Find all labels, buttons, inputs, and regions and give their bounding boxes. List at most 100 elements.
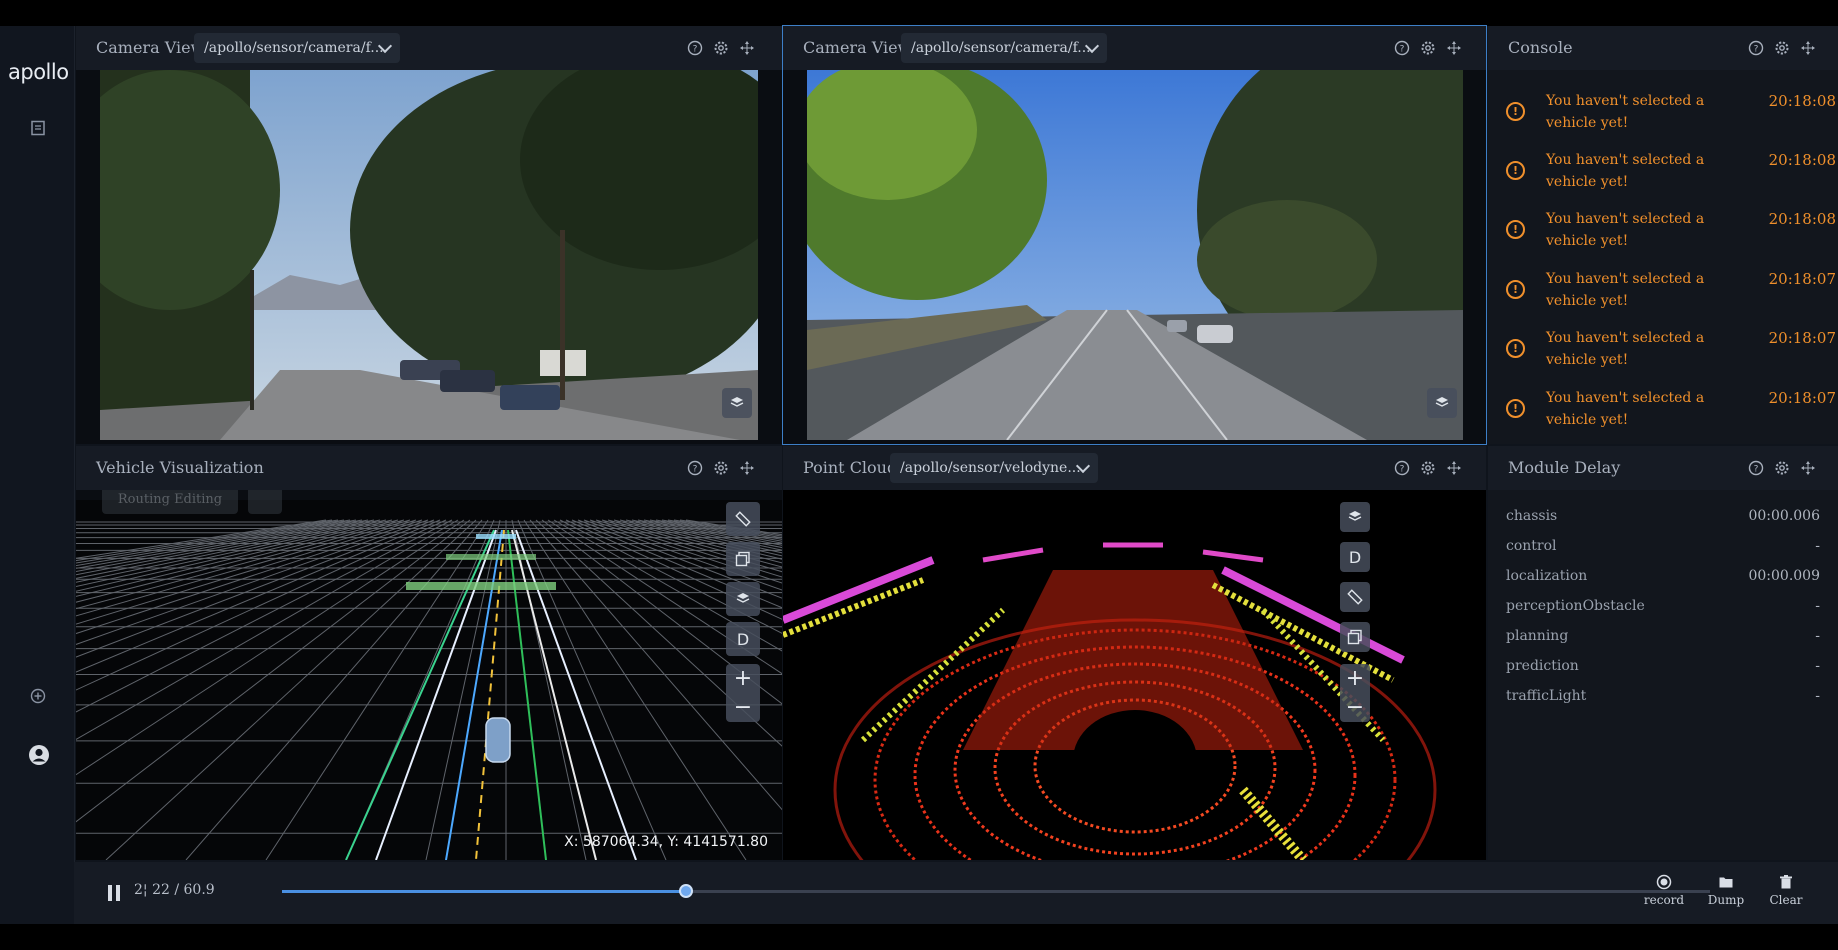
layers-icon[interactable]	[1340, 502, 1370, 532]
panel-title: Vehicle Visualization	[96, 458, 264, 477]
module-name: control	[1506, 538, 1557, 554]
layers-icon[interactable]	[726, 582, 760, 616]
zoom-out-button[interactable]: −	[726, 693, 760, 722]
pointcloud-channel-select[interactable]: /apollo/sensor/velodyne...	[890, 453, 1098, 483]
warning-icon: !	[1506, 161, 1525, 180]
document-icon[interactable]	[28, 118, 48, 138]
camera-channel-select[interactable]: /apollo/sensor/camera/f...	[194, 33, 400, 63]
help-icon[interactable]: ?	[1747, 459, 1765, 477]
settings-gear-icon[interactable]	[1419, 459, 1437, 477]
console-message-time: 20:18:07	[1768, 389, 1836, 407]
copy-view-icon[interactable]	[726, 542, 760, 576]
layers-icon[interactable]	[1427, 388, 1457, 418]
move-icon[interactable]	[1445, 39, 1463, 57]
layers-icon[interactable]	[722, 388, 752, 418]
trash-icon	[1780, 875, 1792, 889]
module-delay-panel: Module Delay ? chassis 00:00.006 control -…	[1488, 446, 1838, 860]
console-message-text: You haven't selected a vehicle yet!	[1546, 211, 1705, 249]
help-icon[interactable]: ?	[686, 39, 704, 57]
module-delay-row: control -	[1506, 538, 1820, 568]
console-message: ! You haven't selected a vehicle yet! 20…	[1506, 90, 1836, 146]
panel-actions: ?	[686, 459, 766, 477]
settings-gear-icon[interactable]	[1419, 39, 1437, 57]
zoom-controls: + −	[1340, 664, 1370, 722]
settings-gear-icon[interactable]	[712, 459, 730, 477]
zoom-controls: + −	[726, 664, 760, 722]
default-view-button[interactable]: D	[726, 622, 760, 656]
clear-button[interactable]: Clear	[1764, 874, 1808, 907]
svg-text:?: ?	[1400, 465, 1405, 475]
warning-icon: !	[1506, 339, 1525, 358]
zoom-out-button[interactable]: −	[1340, 693, 1370, 722]
module-delay-row: planning -	[1506, 628, 1820, 658]
panel-title: Camera View	[96, 38, 205, 57]
console-message-text: You haven't selected a vehicle yet!	[1546, 93, 1705, 131]
console-panel: Console ? ! You haven't selected a vehic…	[1488, 26, 1838, 444]
zoom-in-button[interactable]: +	[726, 664, 760, 693]
console-message: ! You haven't selected a vehicle yet! 20…	[1506, 208, 1836, 264]
panel-header: Console ?	[1488, 26, 1838, 70]
help-icon[interactable]: ?	[1393, 459, 1411, 477]
lidar-points	[783, 490, 1486, 860]
settings-gear-icon[interactable]	[1773, 39, 1791, 57]
camera-channel-select[interactable]: /apollo/sensor/camera/f...	[901, 33, 1107, 63]
move-icon[interactable]	[738, 459, 756, 477]
panel-actions: ?	[686, 39, 766, 57]
panel-actions: ?	[1747, 459, 1827, 477]
user-avatar-icon[interactable]	[28, 744, 50, 766]
vehicle-visualization-panel: Vehicle Visualization ? Routing Editing …	[76, 446, 782, 860]
help-icon[interactable]: ?	[1747, 39, 1765, 57]
left-nav: apollo	[0, 26, 75, 924]
console-message-time: 20:18:08	[1768, 210, 1836, 228]
module-name: planning	[1506, 628, 1569, 644]
ruler-icon[interactable]	[1340, 582, 1370, 612]
move-icon[interactable]	[1799, 459, 1817, 477]
default-view-button[interactable]: D	[1340, 542, 1370, 572]
point-cloud-scene[interactable]: D + −	[783, 490, 1486, 860]
camera-view-panel-2: Camera View /apollo/sensor/camera/f... ?	[782, 25, 1537, 445]
console-message: ! You haven't selected a vehicle yet! 20…	[1506, 268, 1836, 324]
routing-editing-button[interactable]: Routing Editing	[102, 490, 238, 514]
module-delay-value: 00:00.009	[1748, 568, 1820, 584]
dump-button[interactable]: Dump	[1704, 874, 1748, 907]
settings-gear-icon[interactable]	[712, 39, 730, 57]
module-delay-value: -	[1815, 658, 1820, 674]
module-name: chassis	[1506, 508, 1558, 524]
module-name: perceptionObstacle	[1506, 598, 1645, 614]
channel-label: /apollo/sensor/velodyne...	[900, 460, 1081, 476]
console-message-text: You haven't selected a vehicle yet!	[1546, 152, 1705, 190]
apollo-logo: apollo	[8, 60, 69, 84]
module-delay-value: -	[1815, 688, 1820, 704]
app-window: apollo Camera View /apollo/sensor/camera…	[0, 25, 1838, 924]
console-message: ! You haven't selected a vehicle yet! 20…	[1506, 149, 1836, 205]
module-delay-row: localization 00:00.009	[1506, 568, 1820, 598]
coordinates-readout: X: 587064.34, Y: 4141571.80	[564, 834, 768, 850]
help-icon[interactable]: ?	[1393, 39, 1411, 57]
move-icon[interactable]	[1445, 459, 1463, 477]
vehicle-3d-scene[interactable]: Routing Editing D + − X: 587064.34, Y: 4…	[76, 490, 782, 860]
progress-handle[interactable]	[679, 884, 694, 898]
progress-track[interactable]	[282, 884, 1710, 898]
settings-gear-icon[interactable]	[1773, 459, 1791, 477]
help-icon[interactable]: ?	[686, 459, 704, 477]
ruler-icon[interactable]	[726, 502, 760, 536]
move-icon[interactable]	[1799, 39, 1817, 57]
module-delay-row: trafficLight -	[1506, 688, 1820, 718]
panel-title: Console	[1508, 38, 1573, 57]
record-button[interactable]: record	[1642, 874, 1686, 907]
zoom-in-button[interactable]: +	[1340, 664, 1370, 693]
move-icon[interactable]	[738, 39, 756, 57]
record-label: record	[1643, 893, 1685, 907]
faded-toolbar-button[interactable]	[248, 490, 282, 514]
channel-label: /apollo/sensor/camera/f...	[911, 40, 1091, 56]
perspective-grid	[76, 490, 782, 860]
panel-header: Camera View /apollo/sensor/camera/f... ?	[76, 26, 782, 70]
add-panel-icon[interactable]	[28, 686, 48, 706]
copy-view-icon[interactable]	[1340, 622, 1370, 652]
progress-fill	[282, 890, 687, 893]
svg-text:?: ?	[1754, 465, 1759, 475]
pause-icon[interactable]	[106, 884, 122, 902]
panel-title: Point Cloud	[803, 458, 898, 477]
module-delay-row: prediction -	[1506, 658, 1820, 688]
panel-actions: ?	[1747, 39, 1827, 57]
